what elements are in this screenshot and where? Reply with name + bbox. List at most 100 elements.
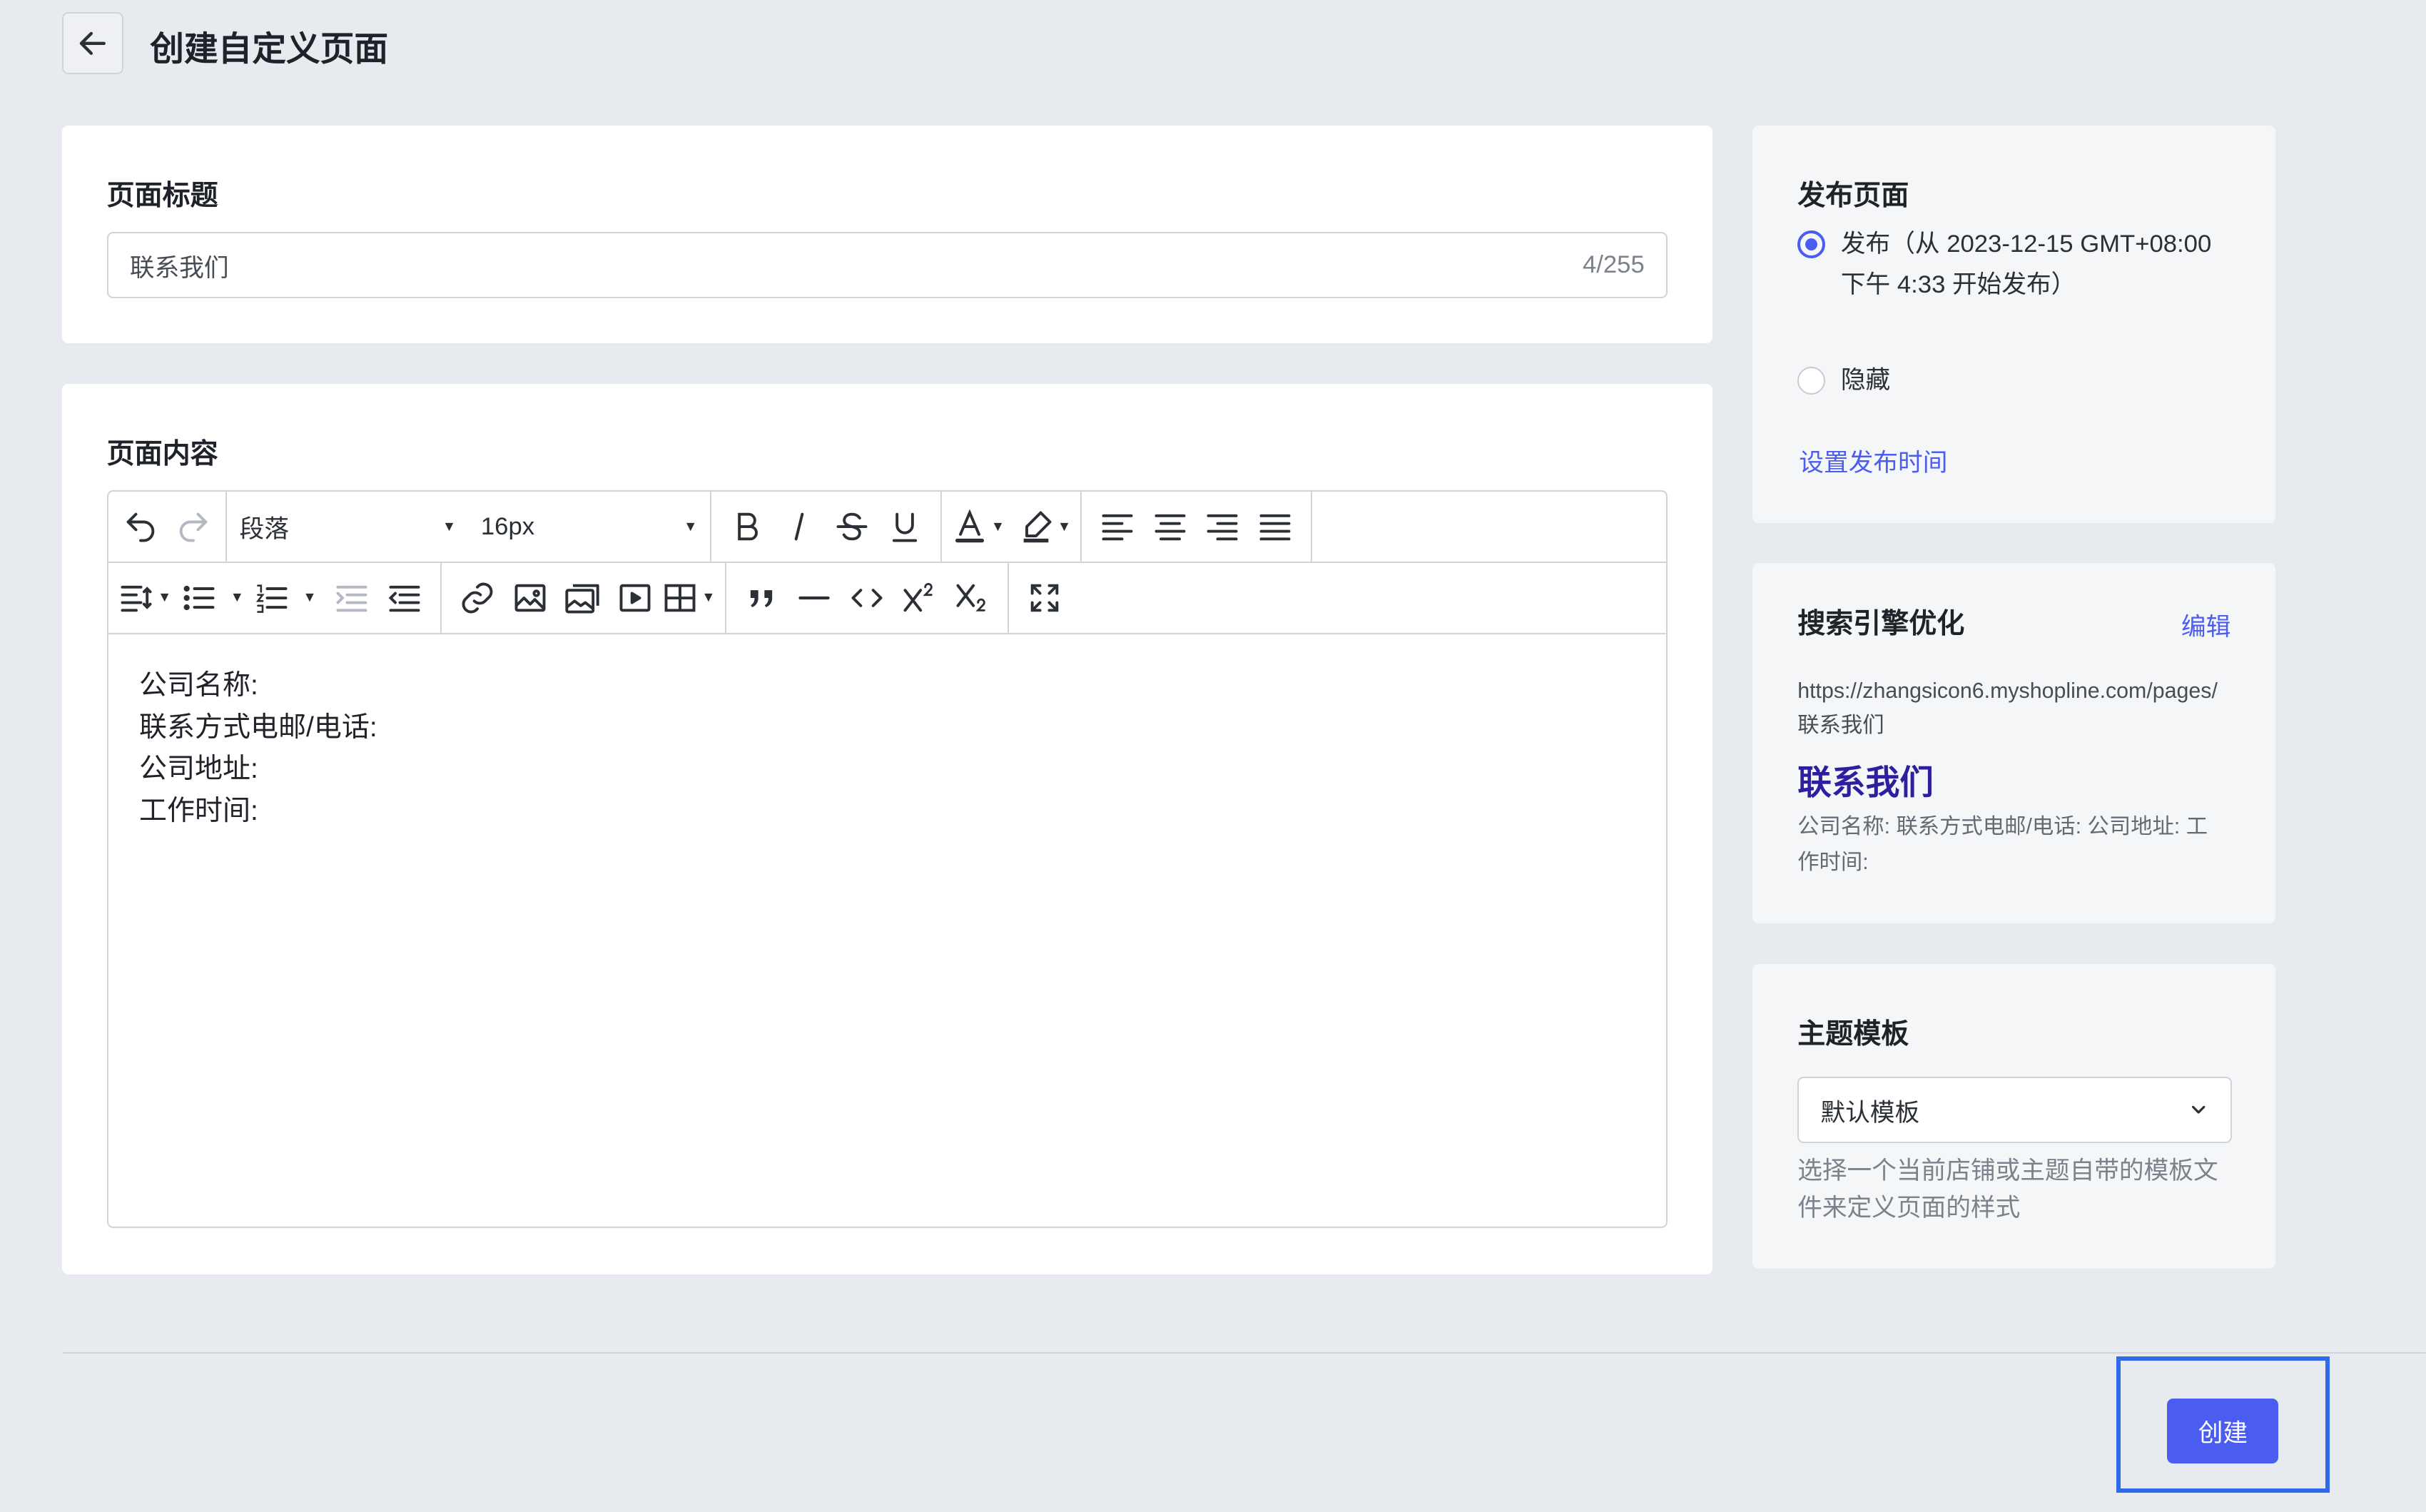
gallery-icon <box>565 584 599 614</box>
align-justify-icon <box>1259 514 1291 541</box>
numbered-list-icon <box>255 584 288 613</box>
highlight-color-button[interactable]: ▼ <box>1017 504 1071 550</box>
format-selects: 段落 ▼ 16px ▼ <box>227 492 711 562</box>
radio-unselected-icon[interactable] <box>1797 366 1826 395</box>
undo-icon <box>126 512 155 542</box>
font-size-select-value: 16px <box>480 512 535 540</box>
view-group <box>1009 563 1080 633</box>
indent-icon <box>337 585 367 612</box>
quote-button[interactable] <box>736 574 788 621</box>
template-hint: 选择一个当前店铺或主题自带的模板文件来定义页面的样式 <box>1797 1157 2218 1222</box>
highlighter-icon <box>1023 511 1052 543</box>
chevron-down-icon: ▼ <box>303 589 317 606</box>
seo-edit-link[interactable]: 编辑 <box>2181 607 2230 642</box>
align-left-icon <box>1102 514 1133 541</box>
divider-button[interactable] <box>788 574 841 621</box>
quote-icon <box>751 589 773 607</box>
page-content-card: 页面内容 段落 ▼ 16px ▼ ▼ ▼ ▼ ▼ ▼ ▼ 公司名称: 联系方式电… <box>61 383 1712 1275</box>
publish-card: 发布页面 发布（从 2023-12-15 GMT+08:00 下午 4:33 开… <box>1752 125 2276 523</box>
insert-gallery-button[interactable] <box>556 574 609 621</box>
fullscreen-icon <box>1030 584 1059 612</box>
set-publish-time-link[interactable]: 设置发布时间 <box>1799 442 1947 478</box>
bold-button[interactable] <box>721 504 773 550</box>
redo-icon <box>179 512 208 542</box>
publish-option[interactable]: 发布（从 2023-12-15 GMT+08:00 下午 4:33 开始发布） <box>1797 224 2230 305</box>
fullscreen-button[interactable] <box>1018 574 1071 621</box>
italic-icon <box>794 512 804 541</box>
hide-option[interactable]: 隐藏 <box>1797 360 1890 400</box>
page-title-input[interactable]: 联系我们 4/255 <box>106 232 1668 299</box>
table-icon <box>664 584 696 612</box>
insert-table-button[interactable]: ▼ <box>661 574 716 621</box>
strikethrough-icon <box>836 512 868 541</box>
line-height-icon <box>121 585 152 612</box>
insert-video-button[interactable] <box>609 574 661 621</box>
template-card-title: 主题模板 <box>1797 1018 1909 1050</box>
char-count: 4/255 <box>1582 251 1645 279</box>
radio-selected-icon[interactable] <box>1797 230 1826 259</box>
toolbar-row-1: 段落 ▼ 16px ▼ ▼ ▼ <box>108 492 1667 563</box>
underline-button[interactable] <box>878 504 931 550</box>
numbered-list-button[interactable]: ▼ <box>253 574 317 621</box>
page-title: 创建自定义页面 <box>150 31 389 69</box>
seo-preview-title: 联系我们 <box>1797 763 1934 802</box>
outdent-icon <box>388 585 420 612</box>
bullet-list-icon <box>183 585 215 610</box>
template-select[interactable]: 默认模板 <box>1797 1076 2233 1144</box>
content-line-address: 公司地址: <box>138 754 258 785</box>
back-button[interactable] <box>61 12 124 75</box>
image-icon <box>514 584 546 612</box>
chevron-down-icon: ▼ <box>442 518 457 534</box>
align-group <box>1082 492 1313 562</box>
undo-button[interactable] <box>114 504 167 550</box>
content-line-company: 公司名称: <box>138 670 258 701</box>
page-title-label: 页面标题 <box>106 180 218 211</box>
seo-preview-description: 公司名称: 联系方式电邮/电话: 公司地址: 工作时间: <box>1797 814 2208 874</box>
line-height-button[interactable]: ▼ <box>118 574 171 621</box>
font-size-select[interactable]: 16px ▼ <box>469 513 710 541</box>
align-left-button[interactable] <box>1091 504 1144 550</box>
video-icon <box>619 584 651 612</box>
seo-url: https://zhangsicon6.myshopline.com/pages… <box>1797 679 2218 737</box>
insert-group: ▼ <box>442 562 726 633</box>
strikethrough-button[interactable] <box>826 504 878 550</box>
redo-button[interactable] <box>167 504 220 550</box>
toolbar-row-2: ▼ ▼ ▼ ▼ <box>108 562 1667 634</box>
page-title-card: 页面标题 联系我们 4/255 <box>61 125 1712 344</box>
footer-divider <box>61 1351 2426 1354</box>
indent-button[interactable] <box>326 574 379 621</box>
outdent-button[interactable] <box>378 574 431 621</box>
editor-content[interactable]: 公司名称: 联系方式电邮/电话: 公司地址: 工作时间: <box>108 634 1667 863</box>
insert-link-button[interactable] <box>451 574 504 621</box>
seo-card-title: 搜索引擎优化 <box>1797 609 1965 640</box>
code-button[interactable] <box>841 574 893 621</box>
content-line-hours: 工作时间: <box>138 795 258 826</box>
chevron-down-icon: ▼ <box>701 589 716 606</box>
paragraph-select-value: 段落 <box>239 516 290 544</box>
create-button[interactable]: 创建 <box>2167 1398 2279 1463</box>
align-right-button[interactable] <box>1197 504 1249 550</box>
content-line-contact: 联系方式电邮/电话: <box>138 711 377 743</box>
bullet-list-button[interactable]: ▼ <box>181 574 244 621</box>
template-card: 主题模板 默认模板 选择一个当前店铺或主题自带的模板文件来定义页面的样式 <box>1752 963 2276 1269</box>
text-style-group <box>711 492 942 562</box>
template-select-value: 默认模板 <box>1820 1099 1920 1127</box>
list-group: ▼ ▼ ▼ <box>108 562 442 633</box>
subscript-button[interactable] <box>945 574 998 621</box>
insert-image-button[interactable] <box>504 574 557 621</box>
bold-icon <box>737 512 758 541</box>
italic-button[interactable] <box>773 504 826 550</box>
publish-option-label: 发布（从 2023-12-15 GMT+08:00 下午 4:33 开始发布） <box>1840 230 2212 298</box>
subscript-icon <box>956 584 985 612</box>
page: 创建自定义页面 页面标题 联系我们 4/255 页面内容 段落 ▼ 16px ▼… <box>0 0 2426 1511</box>
chevron-down-icon: ▼ <box>684 518 698 534</box>
hide-option-label: 隐藏 <box>1840 367 1891 395</box>
align-justify-button[interactable] <box>1249 504 1301 550</box>
align-center-button[interactable] <box>1144 504 1197 550</box>
paragraph-select[interactable]: 段落 ▼ <box>227 509 468 544</box>
font-color-button[interactable]: ▼ <box>951 504 1005 550</box>
align-center-icon <box>1154 514 1186 541</box>
horizontal-rule-icon <box>798 596 830 599</box>
page-content-label: 页面内容 <box>106 438 218 470</box>
superscript-button[interactable] <box>893 574 946 621</box>
